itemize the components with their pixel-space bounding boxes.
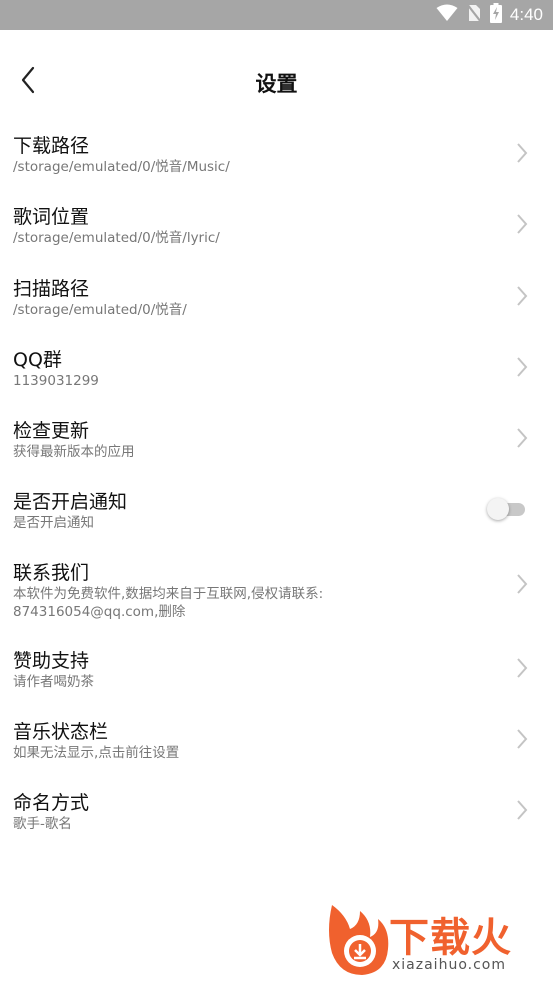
settings-list: 下载路径 /storage/emulated/0/悦音/Music/ 歌词位置 … (0, 128, 553, 856)
setting-subtitle: 获得最新版本的应用 (13, 444, 135, 460)
watermark-text: 下载火 (389, 915, 512, 961)
watermark: 下载火 xiazaihuo.com (324, 901, 549, 981)
chevron-right-icon (515, 728, 529, 750)
setting-title: 是否开启通知 (13, 491, 128, 513)
setting-title: 赞助支持 (13, 650, 90, 672)
top-bar: 设置 (0, 30, 553, 134)
setting-item-contact-us[interactable]: 联系我们 本软件为免费软件,数据均来自于互联网,侵权请联系: 874316054… (0, 555, 553, 643)
setting-subtitle: 是否开启通知 (13, 515, 94, 531)
setting-subtitle: 1139031299 (13, 373, 99, 389)
status-icons: 4:40 (436, 0, 543, 30)
setting-subtitle: /storage/emulated/0/悦音/ (13, 302, 187, 318)
chevron-right-icon (515, 427, 529, 449)
setting-title: 歌词位置 (13, 206, 90, 228)
setting-item-qq-group[interactable]: QQ群 1139031299 (0, 342, 553, 413)
status-time: 4:40 (509, 5, 543, 24)
setting-title: 命名方式 (13, 792, 90, 814)
setting-item-download-path[interactable]: 下载路径 /storage/emulated/0/悦音/Music/ (0, 128, 553, 199)
chevron-right-icon (515, 142, 529, 164)
setting-item-notification: 是否开启通知 是否开启通知 (0, 484, 553, 555)
chevron-right-icon (515, 213, 529, 235)
setting-title: 检查更新 (13, 420, 90, 442)
setting-item-music-statusbar[interactable]: 音乐状态栏 如果无法显示,点击前往设置 (0, 714, 553, 785)
battery-charging-icon (489, 3, 502, 27)
notification-toggle[interactable] (487, 496, 527, 520)
chevron-right-icon (515, 657, 529, 679)
setting-title: 下载路径 (13, 135, 90, 157)
wifi-icon (436, 4, 458, 26)
setting-subtitle: 歌手-歌名 (13, 816, 72, 832)
setting-item-sponsor[interactable]: 赞助支持 请作者喝奶茶 (0, 643, 553, 714)
no-sim-icon (466, 3, 482, 27)
toggle-thumb (487, 498, 509, 520)
setting-title: 联系我们 (13, 562, 90, 584)
flame-logo-icon (324, 901, 390, 981)
chevron-right-icon (515, 285, 529, 307)
setting-subtitle: /storage/emulated/0/悦音/lyric/ (13, 230, 220, 246)
setting-title: QQ群 (13, 349, 62, 371)
setting-item-check-update[interactable]: 检查更新 获得最新版本的应用 (0, 413, 553, 484)
setting-subtitle: 本软件为免费软件,数据均来自于互联网,侵权请联系: 874316054@qq.c… (13, 586, 324, 620)
page-title: 设置 (255, 72, 298, 96)
setting-subtitle: /storage/emulated/0/悦音/Music/ (13, 159, 230, 175)
setting-item-lyric-location[interactable]: 歌词位置 /storage/emulated/0/悦音/lyric/ (0, 199, 553, 271)
setting-subtitle: 如果无法显示,点击前往设置 (13, 745, 180, 761)
chevron-right-icon (515, 356, 529, 378)
status-bar: 4:40 (0, 0, 553, 30)
setting-item-naming-method[interactable]: 命名方式 歌手-歌名 (0, 785, 553, 856)
chevron-right-icon (515, 799, 529, 821)
setting-title: 扫描路径 (13, 278, 90, 300)
chevron-right-icon (515, 573, 529, 595)
setting-subtitle: 请作者喝奶茶 (13, 674, 94, 690)
watermark-url: xiazaihuo.com (392, 957, 506, 973)
setting-item-scan-path[interactable]: 扫描路径 /storage/emulated/0/悦音/ (0, 271, 553, 342)
setting-title: 音乐状态栏 (13, 721, 109, 743)
